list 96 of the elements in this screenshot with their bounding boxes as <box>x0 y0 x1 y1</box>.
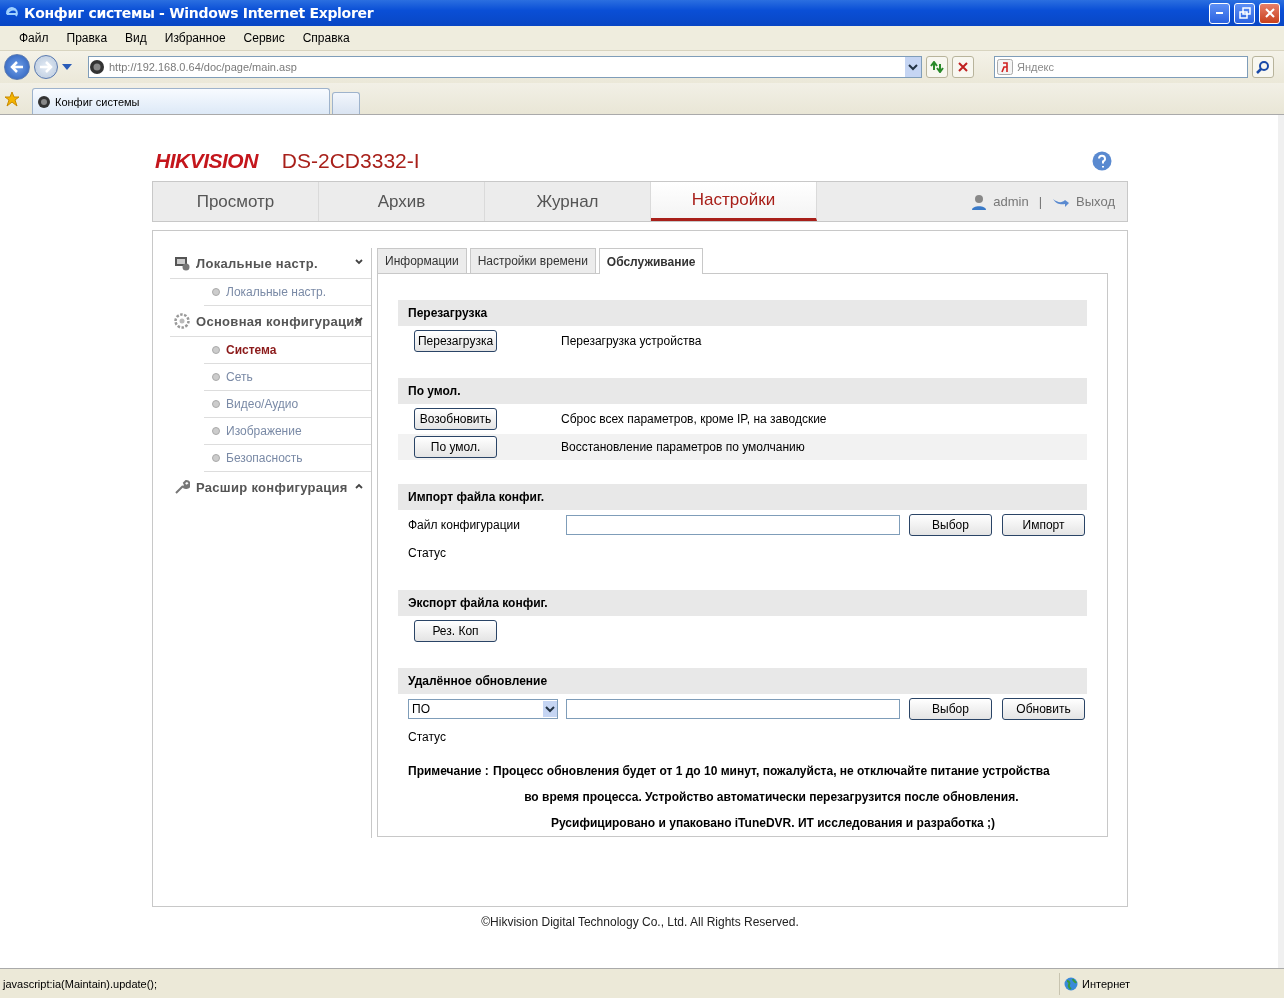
favorites-star-icon[interactable] <box>4 90 20 107</box>
copyright-text: ©Hikvision Digital Technology Co., Ltd. All Rights Reserved. <box>480 915 800 929</box>
forward-button[interactable] <box>34 55 58 79</box>
section-header: Экспорт файла конфиг. <box>398 590 1087 616</box>
sub-tab[interactable]: Настройки времени <box>469 248 596 273</box>
status-label: Статус <box>407 546 447 560</box>
note-text: во время процесса. Устройство автоматически перезагрузится после обновления. <box>524 789 1019 806</box>
sidebar-item[interactable]: Сеть <box>226 370 253 384</box>
status-label: Статус <box>407 730 447 744</box>
wrench-icon <box>174 479 190 495</box>
restore-icon <box>1238 7 1251 19</box>
forward-arrow-icon <box>39 61 53 73</box>
dropdown-caret-icon[interactable] <box>62 64 72 70</box>
camera-favicon-icon <box>37 94 51 109</box>
note-text: Русифицировано и упаковано iTuneDVR. ИТ исследования и разработка ;) <box>549 815 995 832</box>
action-button[interactable]: По умол. <box>414 436 497 458</box>
nav-tab[interactable]: Настройки <box>651 182 817 221</box>
description-text: Перезагрузка устройства <box>561 334 702 348</box>
search-engine-logo-icon <box>997 59 1013 75</box>
bullet-icon <box>212 373 220 381</box>
action-button[interactable]: Перезагрузка <box>414 330 497 352</box>
username: admin <box>993 194 1029 209</box>
refresh-button[interactable] <box>926 56 948 78</box>
menu-item[interactable]: Сервис <box>234 31 294 45</box>
menu-item[interactable]: Вид <box>116 31 156 45</box>
sidebar-item[interactable]: Видео/Аудио <box>226 397 299 411</box>
search-field[interactable]: Яндекс <box>994 56 1248 78</box>
help-icon[interactable] <box>1092 151 1112 171</box>
menu-item[interactable]: Справка <box>293 31 359 45</box>
description-text: Сброс всех параметров, кроме IP, на заводские <box>561 412 827 426</box>
nav-tab[interactable]: Просмотр <box>153 182 319 221</box>
brand-logo: HIKVISION <box>155 149 258 173</box>
sidebar-group-header[interactable]: Расшир конфигурация <box>170 472 371 502</box>
action-button[interactable]: Рез. Коп <box>414 620 497 642</box>
minimize-icon <box>1216 12 1223 14</box>
window-title: Конфиг системы - Windows Internet Explorer <box>24 5 375 21</box>
menu-item[interactable]: Избранное <box>155 31 235 45</box>
user-icon <box>971 193 988 210</box>
section-header: Перезагрузка <box>398 300 1087 326</box>
field-label: Файл конфигурации <box>407 518 521 532</box>
stop-x-icon <box>958 62 968 72</box>
camera-favicon-icon <box>89 59 105 75</box>
device-model: DS-2CD3332-I <box>281 149 421 173</box>
globe-icon <box>1064 976 1078 991</box>
bullet-icon <box>212 427 220 435</box>
monitor-icon <box>174 255 190 271</box>
back-arrow-icon <box>10 61 24 73</box>
firmware-select[interactable]: ПО <box>408 699 558 719</box>
url-text: http://192.168.0.64/doc/page/main.asp <box>108 61 298 73</box>
sidebar-item[interactable]: Локальные настр. <box>226 285 327 299</box>
sidebar-item[interactable]: Изображение <box>226 424 302 438</box>
sidebar-group-header[interactable]: Основная конфигурация <box>170 306 371 337</box>
stop-button[interactable] <box>952 56 974 78</box>
note-text: Процесс обновления будет от 1 до 10 минут, пожалуйста, не отключайте питание устройства <box>493 763 1050 780</box>
status-text: javascript:ia(Maintain).update(); <box>1 977 159 990</box>
note-label: Примечание : <box>407 763 490 780</box>
action-button[interactable]: Обновить <box>1002 698 1085 720</box>
sub-tab[interactable]: Информации <box>377 248 467 273</box>
close-button[interactable] <box>1259 2 1280 24</box>
separator-text: | <box>1038 194 1043 209</box>
nav-tab[interactable]: Архив <box>319 182 485 221</box>
menu-item[interactable]: Правка <box>57 31 117 45</box>
dropdown-chevron-icon[interactable] <box>908 63 918 71</box>
sidebar-item[interactable]: Безопасность <box>226 451 303 465</box>
sub-tab[interactable]: Обслуживание <box>598 248 704 274</box>
bullet-icon <box>212 346 220 354</box>
chevron-up-icon <box>355 483 363 489</box>
address-field[interactable]: http://192.168.0.64/doc/page/main.asp <box>88 56 922 78</box>
search-icon <box>1256 60 1270 74</box>
bullet-icon <box>212 288 220 296</box>
section-header: Удалённое обновление <box>398 668 1087 694</box>
action-button[interactable]: Выбор <box>909 698 992 720</box>
file-path-field[interactable] <box>566 699 900 719</box>
gear-icon <box>174 313 190 329</box>
action-button[interactable]: Выбор <box>909 514 992 536</box>
dropdown-chevron-icon <box>543 701 557 717</box>
close-icon <box>1263 7 1276 19</box>
security-zone-text: Интернет <box>1082 977 1130 990</box>
menu-item[interactable]: Файл <box>10 31 58 45</box>
bullet-icon <box>212 454 220 462</box>
browser-tab[interactable]: Конфиг системы <box>32 88 330 114</box>
logout-link[interactable]: Выход <box>1076 194 1115 209</box>
sidebar-item[interactable]: Система <box>226 343 277 357</box>
bullet-icon <box>212 400 220 408</box>
sidebar-group-header[interactable]: Локальные настр. <box>170 248 371 279</box>
search-button[interactable] <box>1252 56 1274 78</box>
action-button[interactable]: Возобновить <box>414 408 497 430</box>
back-button[interactable] <box>4 54 30 80</box>
restore-button[interactable] <box>1234 2 1255 24</box>
section-header: По умол. <box>398 378 1087 404</box>
description-text: Восстановление параметров по умолчанию <box>561 440 805 454</box>
action-button[interactable]: Импорт <box>1002 514 1085 536</box>
file-path-field[interactable] <box>566 515 900 535</box>
minimize-button[interactable] <box>1209 2 1230 24</box>
section-header: Импорт файла конфиг. <box>398 484 1087 510</box>
refresh-arrows-icon <box>930 61 944 73</box>
